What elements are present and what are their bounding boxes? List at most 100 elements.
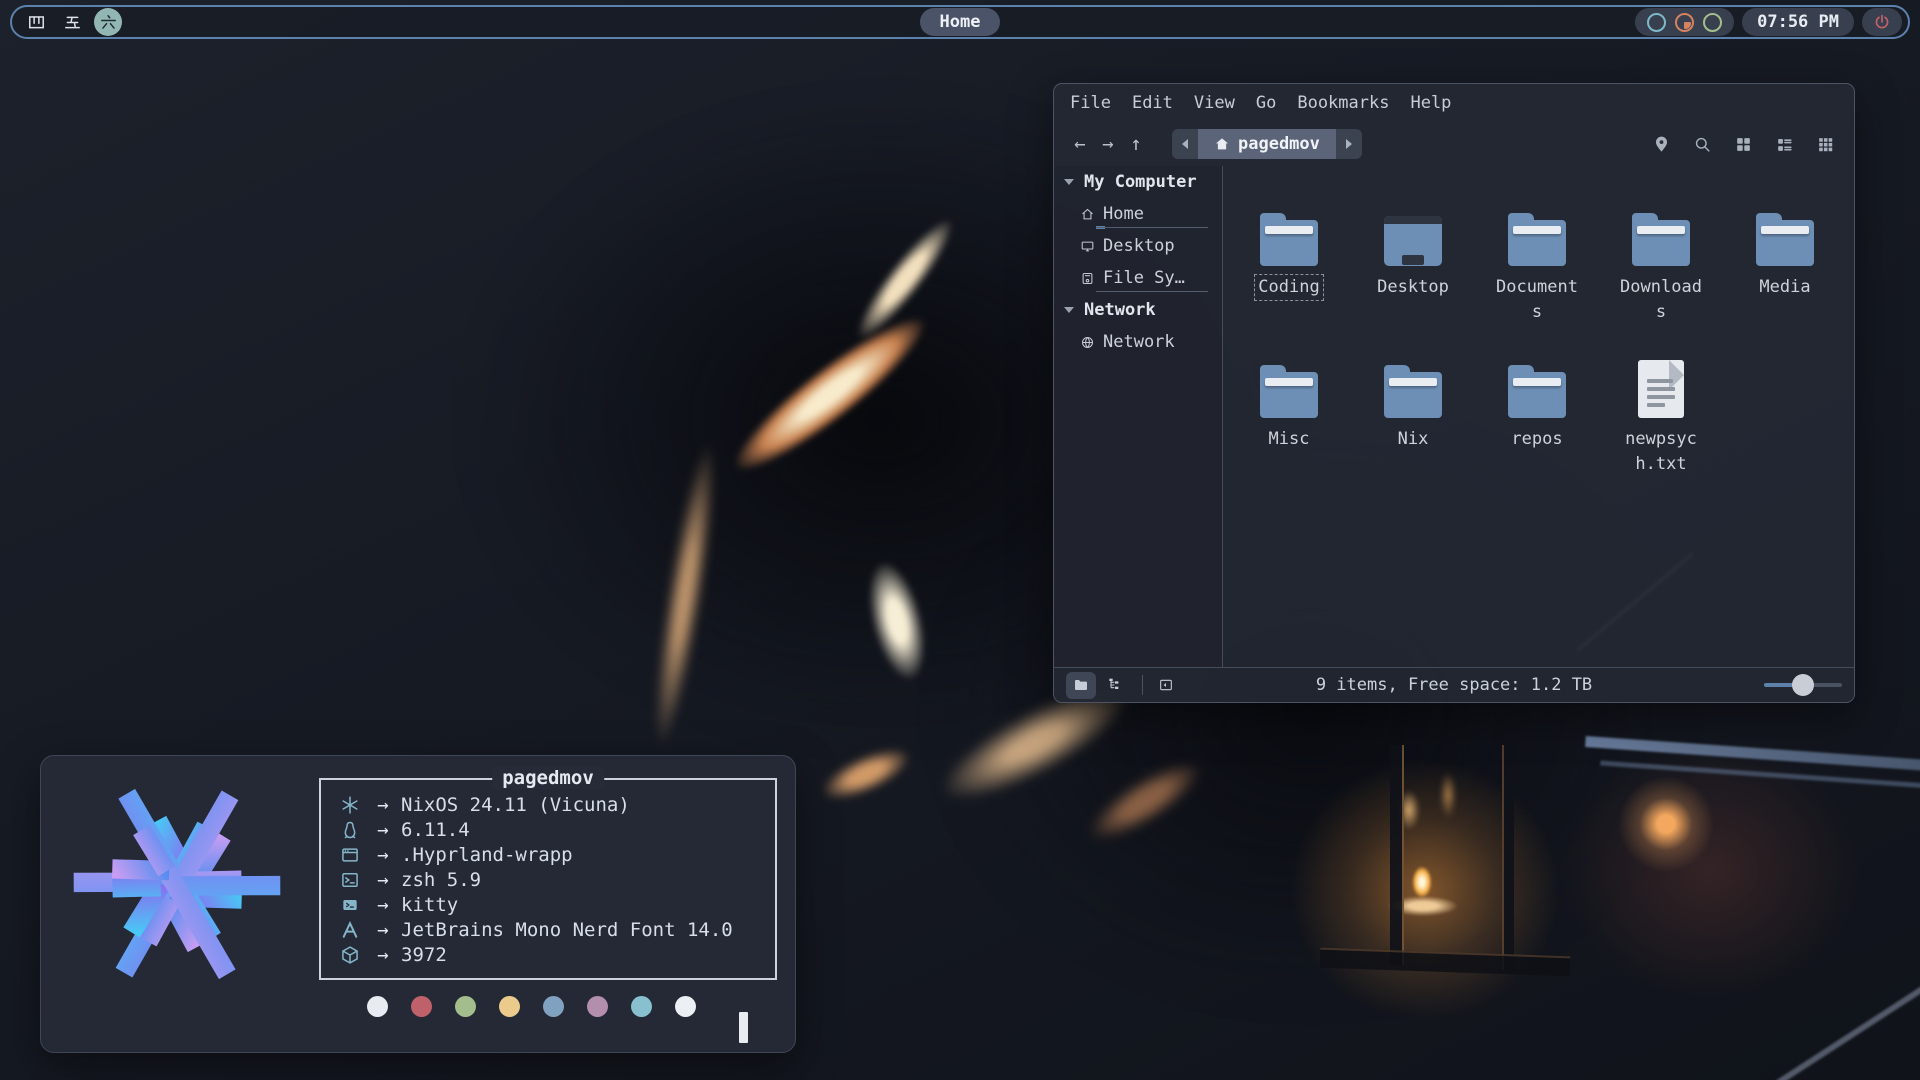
palette-dot — [543, 996, 564, 1017]
sidebar-section-network[interactable]: Network — [1054, 294, 1222, 326]
menu-go[interactable]: Go — [1256, 93, 1276, 113]
workspace-4-glyph — [27, 13, 46, 32]
compact-view-button[interactable] — [1812, 131, 1838, 157]
fetch-line-font: → JetBrains Mono Nerd Font 14.0 — [335, 917, 765, 942]
file-item-media[interactable]: Media — [1723, 192, 1847, 344]
toolbar: ← → ↑ pagedmov — [1054, 122, 1854, 166]
file-item-coding[interactable]: Coding — [1227, 192, 1351, 344]
workspace-5[interactable] — [58, 8, 86, 36]
status-bar: Home 07:56 PM — [10, 5, 1910, 39]
workspace-6-active[interactable] — [94, 8, 122, 36]
list-view-button[interactable] — [1771, 131, 1797, 157]
file-label: Nix — [1394, 426, 1433, 453]
terminal-color-palette — [367, 996, 696, 1017]
sidebar-item-network[interactable]: Network — [1054, 326, 1222, 358]
wallpaper-chin-highlight — [815, 738, 917, 810]
path-scroll-left-button[interactable] — [1172, 129, 1198, 159]
tray-indicator-icon[interactable] — [1647, 13, 1666, 32]
expander-triangle-icon[interactable] — [1064, 307, 1074, 313]
power-button[interactable] — [1862, 8, 1902, 36]
icon-view-button[interactable] — [1730, 131, 1756, 157]
wallpaper-candle-flame — [1412, 866, 1432, 898]
tray-indicator-icon[interactable] — [1703, 13, 1722, 32]
file-item-documents[interactable]: Documents — [1475, 192, 1599, 344]
folder-icon — [1508, 372, 1566, 418]
location-pin-icon — [1652, 135, 1671, 154]
sidebar-item-file-system[interactable]: File Sy… — [1054, 262, 1222, 294]
menu-bookmarks[interactable]: Bookmarks — [1297, 93, 1389, 113]
places-pane-button[interactable] — [1066, 672, 1096, 699]
folder-icon — [1508, 220, 1566, 266]
arrow-glyph: → — [365, 819, 401, 841]
fastfetch-lines: → NixOS 24.11 (Vicuna) → 6.11.4 → .Hyprl… — [321, 780, 775, 967]
file-item-nix[interactable]: Nix — [1351, 344, 1475, 496]
path-segment-label: pagedmov — [1238, 134, 1320, 154]
bar-right-modules: 07:56 PM — [1635, 8, 1902, 36]
directory-tree-pane-button[interactable] — [1100, 672, 1130, 699]
search-button[interactable] — [1689, 131, 1715, 157]
menu-file[interactable]: File — [1070, 93, 1111, 113]
file-item-desktop[interactable]: Desktop — [1351, 192, 1475, 344]
chevron-left-icon — [1182, 139, 1188, 149]
icon-view-icon — [1734, 135, 1753, 154]
terminal-value: kitty — [401, 894, 458, 916]
hide-side-pane-button[interactable] — [1151, 672, 1181, 699]
places-sidebar: My Computer Home Desktop File Sy… — [1054, 166, 1223, 667]
file-item-repos[interactable]: repos — [1475, 344, 1599, 496]
wallpaper-lamp-glow — [1618, 776, 1714, 872]
icon-zoom-slider[interactable] — [1764, 674, 1842, 696]
folder-icon — [1260, 372, 1318, 418]
forward-button[interactable]: → — [1094, 130, 1122, 158]
sidebar-item-home[interactable]: Home — [1054, 198, 1222, 230]
filesystem-drive-icon — [1080, 271, 1095, 286]
statusbar: 9 items, Free space: 1.2 TB — [1054, 667, 1854, 702]
sidebar-item-desktop[interactable]: Desktop — [1054, 230, 1222, 262]
terminal-cursor — [739, 1012, 748, 1043]
page-fold — [1669, 360, 1684, 390]
file-item-downloads[interactable]: Downloads — [1599, 192, 1723, 344]
sidebar-item-label: Network — [1103, 332, 1175, 352]
up-button[interactable]: ↑ — [1122, 130, 1150, 158]
workspace-4[interactable] — [22, 8, 50, 36]
slider-knob[interactable] — [1792, 674, 1814, 696]
arrow-glyph: → — [365, 869, 401, 891]
menu-help[interactable]: Help — [1410, 93, 1451, 113]
palette-dot — [367, 996, 388, 1017]
nixos-logo — [71, 778, 283, 990]
location-button[interactable] — [1648, 131, 1674, 157]
menu-view[interactable]: View — [1194, 93, 1235, 113]
file-manager-window: File Edit View Go Bookmarks Help ← → ↑ p… — [1053, 83, 1855, 703]
toolbar-right-icons — [1648, 131, 1842, 157]
clock[interactable]: 07:56 PM — [1742, 8, 1854, 36]
fetch-line-kernel: → 6.11.4 — [335, 817, 765, 842]
path-bar: pagedmov — [1172, 129, 1362, 159]
path-segment-home[interactable]: pagedmov — [1198, 129, 1336, 159]
focused-window-title-wrap: Home — [12, 8, 1908, 36]
folder-pane-icon — [1073, 677, 1089, 693]
sidebar-section-my-computer[interactable]: My Computer — [1054, 166, 1222, 198]
file-label: newpsych.txt — [1611, 426, 1711, 478]
fetch-line-shell: → zsh 5.9 — [335, 867, 765, 892]
file-manager-body: My Computer Home Desktop File Sy… — [1054, 166, 1854, 667]
side-pane-toggle-icon — [1158, 677, 1174, 693]
workspace-switcher — [22, 8, 122, 36]
penguin-kernel-icon — [340, 820, 360, 840]
package-cube-icon — [340, 945, 360, 965]
font-value: JetBrains Mono Nerd Font 14.0 — [401, 919, 733, 941]
wm-value: .Hyprland-wrapp — [401, 844, 573, 866]
kitty-terminal-icon — [340, 895, 360, 915]
file-item-misc[interactable]: Misc — [1227, 344, 1351, 496]
folder-icon — [1756, 220, 1814, 266]
wallpaper-lantern-post — [1502, 745, 1514, 970]
menu-edit[interactable]: Edit — [1132, 93, 1173, 113]
expander-triangle-icon[interactable] — [1064, 179, 1074, 185]
tray-indicator-icon[interactable] — [1675, 13, 1694, 32]
focused-window-title[interactable]: Home — [920, 8, 1001, 36]
path-scroll-right-button[interactable] — [1336, 129, 1362, 159]
current-place-marker — [1096, 226, 1105, 229]
file-item-newpsych-txt[interactable]: newpsych.txt — [1599, 344, 1723, 496]
wallpaper-lantern-post — [1390, 745, 1404, 965]
back-button[interactable]: ← — [1066, 130, 1094, 158]
palette-dot — [631, 996, 652, 1017]
workspace-6-glyph — [99, 13, 118, 32]
